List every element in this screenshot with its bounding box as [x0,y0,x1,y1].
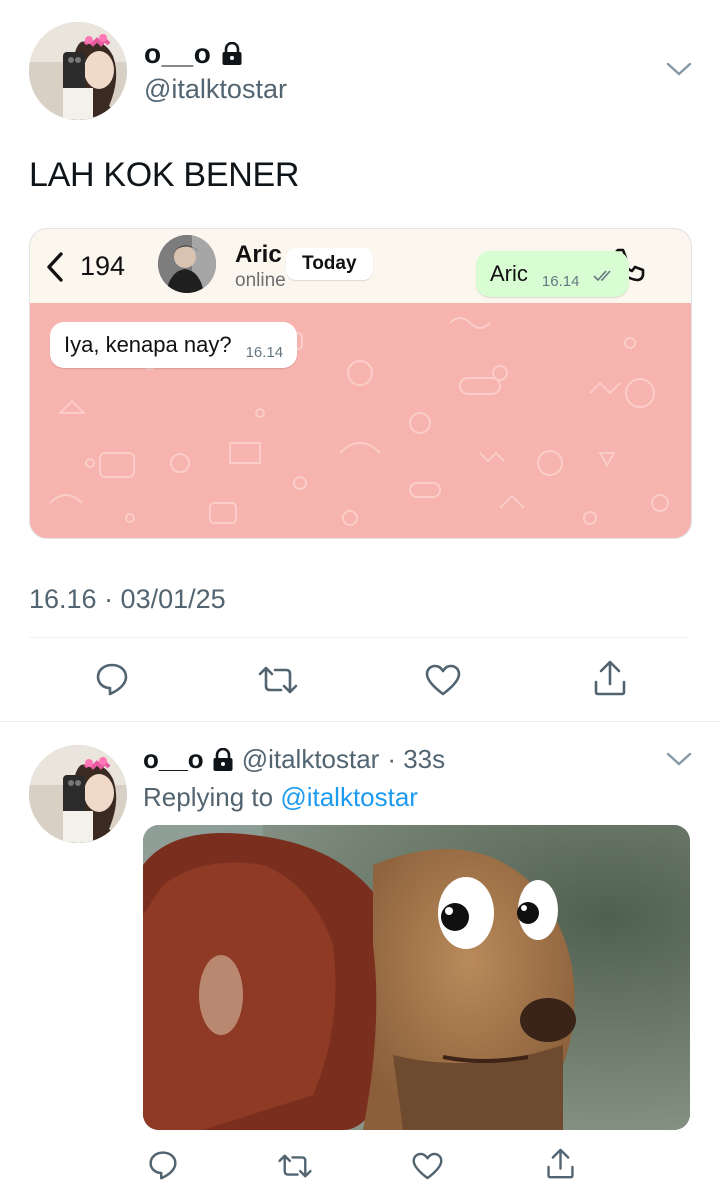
chevron-down-icon[interactable] [665,60,693,78]
date-separator: Today [286,248,373,280]
tweet-separator [0,721,720,722]
reply-header: o__o @italktostar · 33s [143,744,445,775]
heart-icon[interactable] [425,664,461,696]
chevron-down-icon[interactable] [665,750,693,768]
author-avatar[interactable] [29,22,127,120]
reply-icon[interactable] [95,662,129,696]
message-time: 16.14 [245,344,284,361]
incoming-message: Iya, kenapa nay? 16.14 [50,322,298,368]
reply-media-image[interactable] [143,825,690,1130]
author-display-name[interactable]: o__o [144,38,211,70]
tweet-text: LAH KOK BENER [29,156,300,194]
reply-author-handle[interactable]: @italktostar [242,744,380,775]
reply-icon[interactable] [148,1150,178,1180]
reply-author-name[interactable]: o__o [143,744,204,775]
retweet-icon[interactable] [257,664,299,696]
replying-to-line: Replying to @italktostar [143,782,418,813]
message-text: Aric [490,261,528,286]
retweet-icon[interactable] [277,1152,313,1180]
outgoing-message: Aric 16.14 [476,251,630,297]
double-check-icon [593,269,615,287]
author-name-row: o__o [144,38,243,70]
chevron-left-icon [44,251,66,283]
unread-count: 194 [80,251,126,281]
contact-avatar [158,235,216,293]
share-icon[interactable] [593,660,627,696]
replying-to-mention[interactable]: @italktostar [280,782,418,812]
message-time: 16.14 [541,273,580,290]
heart-icon[interactable] [412,1152,443,1180]
lock-icon [221,42,243,66]
contact-name: Aric [235,241,282,268]
reply-age[interactable]: · 33s [387,744,445,775]
share-icon[interactable] [546,1148,575,1179]
divider [29,637,690,638]
message-text: Iya, kenapa nay? [64,332,232,357]
reply-author-avatar[interactable] [29,745,127,843]
chat-thread: Today Aric 16.14 Iya, kenapa nay? 16.14 [30,248,691,538]
author-handle[interactable]: @italktostar [144,74,287,105]
replying-to-label: Replying to [143,782,274,812]
tweet-timestamp[interactable]: 16.16 · 03/01/25 [29,584,226,615]
attached-chat-screenshot[interactable]: 194 Aric online Today Aric 16.14 Iya, ke… [29,228,692,539]
contact-status: online [235,270,286,291]
lock-icon [212,747,234,772]
